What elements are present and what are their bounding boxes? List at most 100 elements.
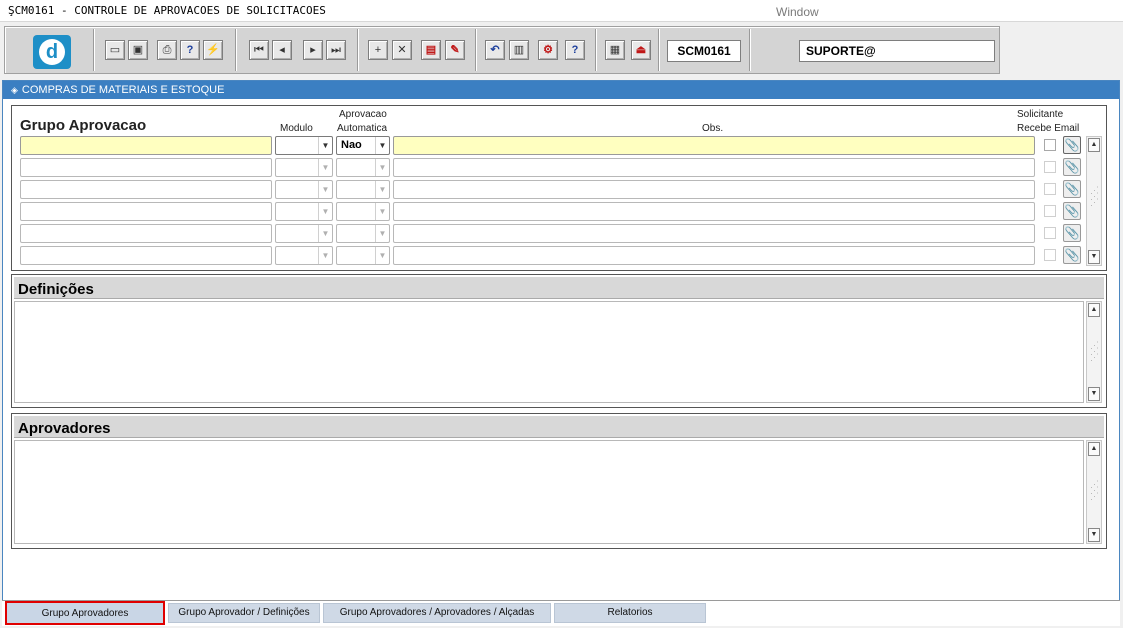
- previous-record-icon: ◂: [279, 44, 285, 56]
- definicoes-title: Definições: [18, 281, 94, 298]
- scroll-grip-icon[interactable]: ⋰ ⋰ ⋰: [1090, 186, 1099, 207]
- modulo-select[interactable]: ▼: [275, 246, 333, 265]
- previous-record-button[interactable]: ◂: [272, 40, 292, 60]
- aprovadores-textarea[interactable]: [14, 440, 1084, 544]
- scroll-down-icon[interactable]: ▼: [1088, 250, 1100, 264]
- grupo-input[interactable]: [20, 136, 272, 155]
- save-button[interactable]: ▭: [105, 40, 125, 60]
- records-scrollbar[interactable]: ▲ ⋰ ⋰ ⋰ ▼: [1086, 136, 1102, 266]
- aprovadores-scrollbar[interactable]: ▲ ⋰ ⋰ ⋰ ▼: [1086, 440, 1102, 544]
- next-record-icon: ▸: [310, 44, 316, 56]
- last-record-button[interactable]: ⏭: [326, 40, 346, 60]
- modulo-select[interactable]: ▼: [275, 180, 333, 199]
- toolbar-separator: [93, 29, 95, 71]
- insert-record-button[interactable]: +: [368, 40, 388, 60]
- scroll-grip-icon[interactable]: ⋰ ⋰ ⋰: [1090, 480, 1099, 501]
- toolbar-separator: [357, 29, 359, 71]
- attachment-button[interactable]: 📎: [1063, 202, 1081, 220]
- lov-button[interactable]: ▤: [421, 40, 441, 60]
- delete-icon: ✕: [397, 44, 407, 56]
- settings-button[interactable]: ⚙: [538, 40, 558, 60]
- recebe-email-checkbox[interactable]: [1044, 161, 1056, 173]
- tab-relatorios[interactable]: Relatorios: [554, 603, 706, 623]
- exit-button[interactable]: ⏏: [631, 40, 651, 60]
- aprovacao-select[interactable]: ▼: [336, 180, 390, 199]
- chevron-down-icon: ▼: [375, 159, 389, 176]
- tab-grupo-aprovadores[interactable]: Grupo Aprovadores: [5, 601, 165, 625]
- clipboard-button[interactable]: ▥: [509, 40, 529, 60]
- recebe-email-checkbox[interactable]: [1044, 205, 1056, 217]
- definicoes-header: Definições: [14, 277, 1104, 299]
- query-run-button[interactable]: ⚡: [203, 40, 223, 60]
- definicoes-scrollbar[interactable]: ▲ ⋰ ⋰ ⋰ ▼: [1086, 301, 1102, 403]
- scroll-down-icon[interactable]: ▼: [1088, 387, 1100, 401]
- grupo-input[interactable]: [20, 224, 272, 243]
- col-header-aprovacao-1: Aprovacao: [339, 109, 387, 120]
- form-header-icon: ◈: [11, 85, 18, 95]
- aprovacao-select[interactable]: Nao ▼: [336, 136, 390, 155]
- recebe-email-checkbox[interactable]: [1044, 183, 1056, 195]
- title-bar: ŞCM0161 - CONTROLE DE APROVACOES DE SOLI…: [0, 0, 1123, 22]
- scroll-up-icon[interactable]: ▲: [1088, 138, 1100, 152]
- scroll-up-icon[interactable]: ▲: [1088, 442, 1100, 456]
- modulo-select[interactable]: ▼: [275, 202, 333, 221]
- scroll-grip-icon[interactable]: ⋰ ⋰ ⋰: [1090, 341, 1099, 362]
- pencil-icon: ✎: [450, 44, 460, 56]
- edit-button[interactable]: ✎: [445, 40, 465, 60]
- attachment-button[interactable]: 📎: [1063, 224, 1081, 242]
- attachment-button[interactable]: 📎: [1063, 158, 1081, 176]
- undo-icon: ↶: [490, 44, 500, 56]
- obs-input[interactable]: [393, 136, 1035, 155]
- plus-icon: +: [374, 44, 382, 56]
- undo-button[interactable]: ↶: [485, 40, 505, 60]
- menu-window[interactable]: Window: [776, 5, 819, 19]
- attachment-button[interactable]: 📎: [1063, 180, 1081, 198]
- definicoes-block: Definições ▲ ⋰ ⋰ ⋰ ▼: [11, 274, 1107, 408]
- attachment-button[interactable]: 📎: [1063, 136, 1081, 154]
- last-record-icon: ⏭: [331, 44, 341, 56]
- chevron-down-icon: ▼: [318, 225, 332, 242]
- first-record-button[interactable]: ⏮: [249, 40, 269, 60]
- grupo-input[interactable]: [20, 158, 272, 177]
- recebe-email-checkbox[interactable]: [1044, 249, 1056, 261]
- print-button[interactable]: ⎙: [157, 40, 177, 60]
- grupo-input[interactable]: [20, 246, 272, 265]
- modulo-select[interactable]: ▼: [275, 136, 333, 155]
- aprovacao-select[interactable]: ▼: [336, 224, 390, 243]
- scroll-up-icon[interactable]: ▲: [1088, 303, 1100, 317]
- tab-grupo-aprovadores-aprovadores-alcadas[interactable]: Grupo Aprovadores / Aprovadores / Alçada…: [323, 603, 551, 623]
- recebe-email-checkbox[interactable]: [1044, 227, 1056, 239]
- aprovacao-select[interactable]: ▼: [336, 158, 390, 177]
- query-help-button[interactable]: ?: [180, 40, 200, 60]
- grupo-input[interactable]: [20, 180, 272, 199]
- obs-input[interactable]: [393, 158, 1035, 177]
- obs-input[interactable]: [393, 202, 1035, 221]
- menu-button[interactable]: ▦: [605, 40, 625, 60]
- attachment-button[interactable]: 📎: [1063, 246, 1081, 264]
- modulo-select[interactable]: ▼: [275, 158, 333, 177]
- paperclip-icon: 📎: [1064, 226, 1080, 240]
- definicoes-textarea[interactable]: [14, 301, 1084, 403]
- scroll-down-icon[interactable]: ▼: [1088, 528, 1100, 542]
- col-header-solicitante-1: Solicitante: [1017, 109, 1064, 120]
- paperclip-icon: 📎: [1064, 182, 1080, 196]
- tab-grupo-aprovador-definicoes[interactable]: Grupo Aprovador / Definições: [168, 603, 320, 623]
- toolbar-separator: [595, 29, 597, 71]
- obs-input[interactable]: [393, 180, 1035, 199]
- next-record-button[interactable]: ▸: [303, 40, 323, 60]
- toolbar-separator: [658, 29, 660, 71]
- grupo-aprovacao-block: Grupo Aprovacao Modulo Aprovacao Automat…: [11, 105, 1107, 271]
- recebe-email-checkbox[interactable]: [1044, 139, 1056, 151]
- grupo-input[interactable]: [20, 202, 272, 221]
- modulo-select[interactable]: ▼: [275, 224, 333, 243]
- print-screen-button[interactable]: ▣: [128, 40, 148, 60]
- obs-input[interactable]: [393, 224, 1035, 243]
- obs-input[interactable]: [393, 246, 1035, 265]
- query-run-icon: ⚡: [206, 44, 220, 56]
- aprovadores-block: Aprovadores ▲ ⋰ ⋰ ⋰ ▼: [11, 413, 1107, 549]
- aprovacao-select[interactable]: ▼: [336, 202, 390, 221]
- help-button[interactable]: ?: [565, 40, 585, 60]
- aprovacao-select[interactable]: ▼: [336, 246, 390, 265]
- delete-record-button[interactable]: ✕: [392, 40, 412, 60]
- menu-icon: ▦: [609, 44, 621, 56]
